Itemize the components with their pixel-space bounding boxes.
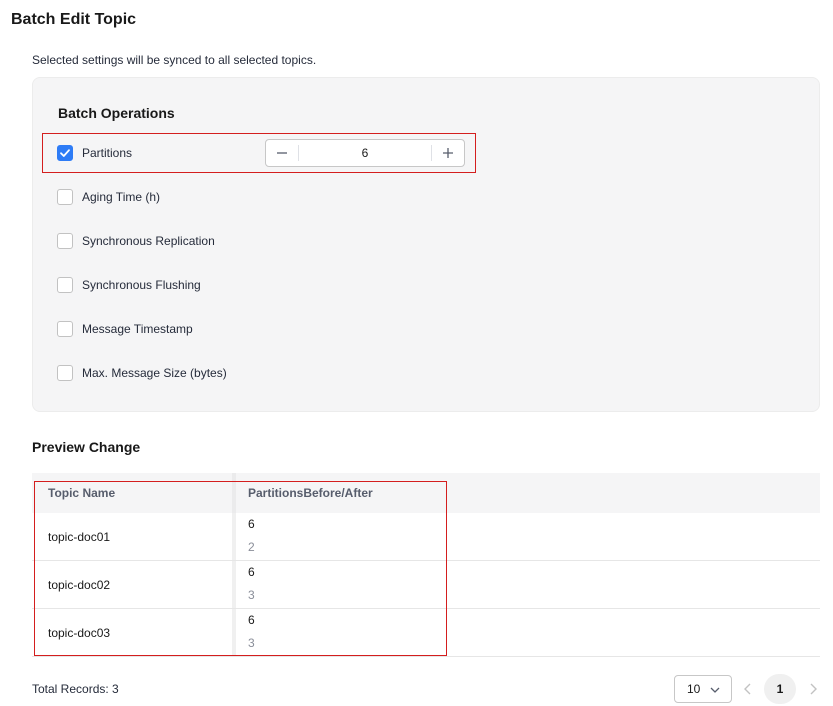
synchronous-flushing-label: Synchronous Flushing <box>82 278 201 292</box>
page-size-select[interactable]: 10 <box>674 675 732 703</box>
batch-operations-panel: Batch Operations Partitions Aging Time (… <box>32 77 820 412</box>
operation-aging-time: Aging Time (h) <box>57 186 160 208</box>
page-title: Batch Edit Topic <box>11 11 137 28</box>
synchronous-flushing-checkbox[interactable] <box>57 277 73 293</box>
max-message-size-checkbox[interactable] <box>57 365 73 381</box>
operation-synchronous-flushing: Synchronous Flushing <box>57 274 201 296</box>
operation-synchronous-replication: Synchronous Replication <box>57 230 215 252</box>
synchronous-replication-label: Synchronous Replication <box>82 234 215 248</box>
current-page-button[interactable]: 1 <box>764 674 796 704</box>
max-message-size-label: Max. Message Size (bytes) <box>82 366 227 380</box>
chevron-left-icon[interactable] <box>740 681 756 697</box>
page-size-value: 10 <box>687 682 701 696</box>
total-records: Total Records: 3 <box>32 682 119 696</box>
preview-change-heading: Preview Change <box>32 439 141 455</box>
message-timestamp-label: Message Timestamp <box>82 322 193 336</box>
table-highlight-box <box>34 481 447 656</box>
page-subtitle: Selected settings will be synced to all … <box>32 53 317 67</box>
operation-message-timestamp: Message Timestamp <box>57 318 193 340</box>
operation-max-message-size: Max. Message Size (bytes) <box>57 362 227 384</box>
message-timestamp-checkbox[interactable] <box>57 321 73 337</box>
aging-time-label: Aging Time (h) <box>82 190 161 204</box>
synchronous-replication-checkbox[interactable] <box>57 233 73 249</box>
aging-time-checkbox[interactable] <box>57 189 73 205</box>
batch-operations-heading: Batch Operations <box>58 105 175 121</box>
partitions-highlight-box <box>42 133 476 173</box>
chevron-down-icon <box>710 687 720 693</box>
chevron-right-icon[interactable] <box>805 681 821 697</box>
